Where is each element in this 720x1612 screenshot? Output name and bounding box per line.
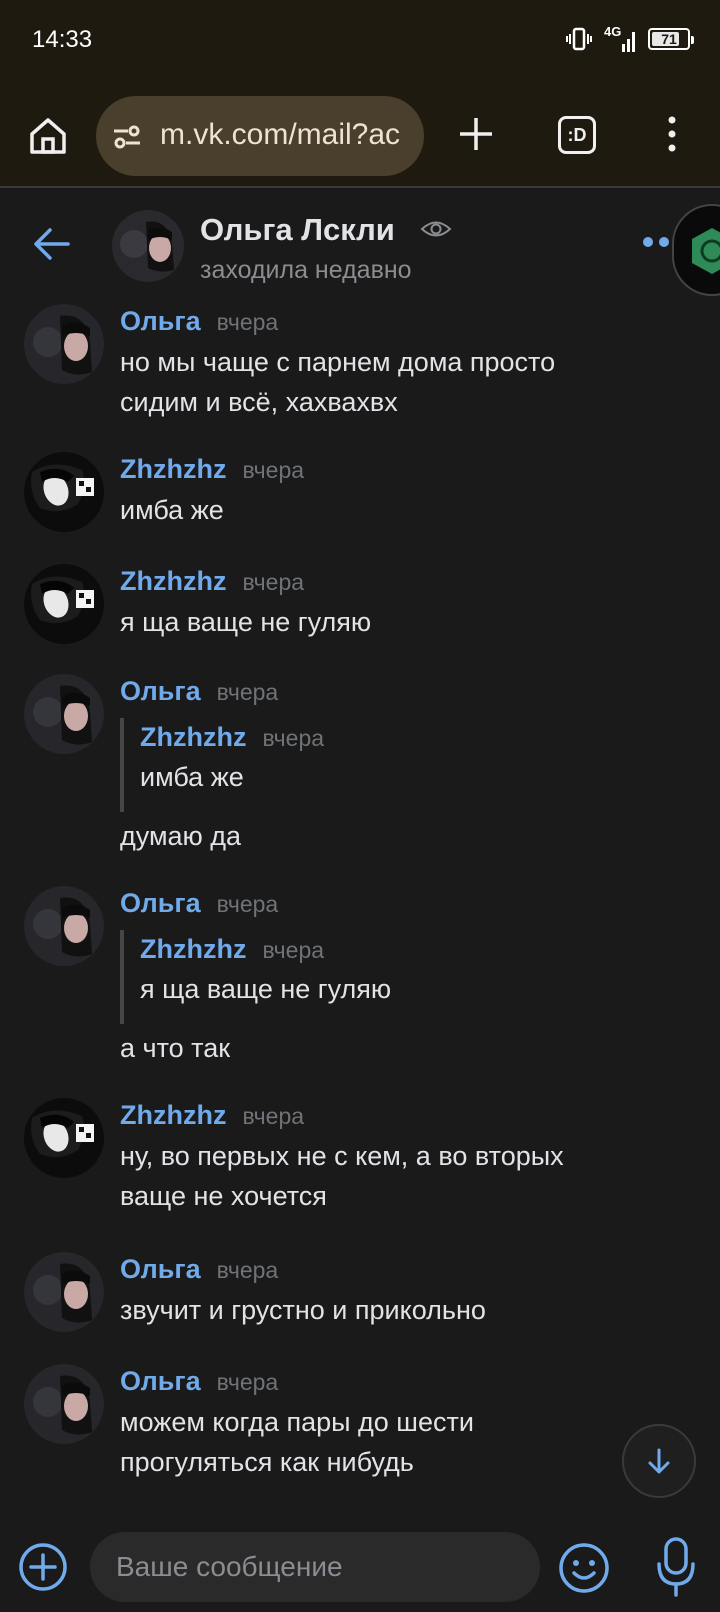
- message-line: сидим и всё, хахвахвх: [120, 387, 398, 417]
- message-line: но мы чаще с парнем дома просто: [120, 347, 556, 377]
- browser-toolbar: m.vk.com/mail?ac :D: [0, 84, 720, 188]
- new-tab-icon[interactable]: [456, 114, 496, 154]
- message-text: звучит и грустно и прикольно: [120, 1290, 640, 1330]
- message-line: можем когда пары до шести: [120, 1407, 474, 1437]
- scroll-to-bottom-button[interactable]: [622, 1424, 696, 1498]
- author-avatar[interactable]: [24, 674, 104, 754]
- site-settings-icon[interactable]: [112, 122, 142, 152]
- message-input[interactable]: [90, 1532, 540, 1602]
- emoji-icon[interactable]: [558, 1542, 610, 1594]
- author-avatar[interactable]: [24, 1364, 104, 1444]
- author-avatar[interactable]: [24, 886, 104, 966]
- message-line: думаю да: [120, 821, 242, 851]
- message-author[interactable]: Ольга вчера: [120, 306, 278, 337]
- message-time: вчера: [242, 457, 305, 483]
- browser-menu-icon[interactable]: [662, 114, 682, 154]
- status-bar: 14:33 4G 71: [0, 0, 720, 84]
- message-author[interactable]: Ольга вчера: [120, 1366, 278, 1397]
- chat-header: Ольга Лскли заходила недавно: [0, 190, 720, 298]
- quote-text: я ща ваще не гуляю: [140, 974, 392, 1004]
- message-time: вчера: [216, 1369, 279, 1395]
- author-avatar[interactable]: [24, 1252, 104, 1332]
- status-icons: 4G 71: [566, 24, 694, 52]
- message-author[interactable]: Zhzhzhz вчера: [120, 566, 304, 597]
- author-avatar[interactable]: [24, 452, 104, 532]
- quote-text: имба же: [140, 762, 244, 792]
- message-time: вчера: [242, 1103, 305, 1129]
- message-line: ваще не хочется: [120, 1181, 327, 1211]
- vibrate-icon: [566, 27, 592, 51]
- author-avatar[interactable]: [24, 304, 104, 384]
- battery-level: 71: [661, 31, 677, 47]
- message-author[interactable]: Ольга вчера: [120, 676, 278, 707]
- author-avatar[interactable]: [24, 1098, 104, 1178]
- arrow-down-icon: [648, 1448, 670, 1474]
- hexagon-app-icon: [692, 228, 720, 274]
- network-icon: 4G: [604, 24, 636, 52]
- message-time: вчера: [216, 1257, 279, 1283]
- message-author[interactable]: Zhzhzhz вчера: [120, 454, 304, 485]
- message-time: вчера: [216, 309, 279, 335]
- message-author[interactable]: Ольга вчера: [120, 888, 278, 919]
- tabs-count: :D: [567, 124, 587, 145]
- quote-time: вчера: [262, 937, 325, 963]
- message-text: я ща ваще не гуляю: [120, 602, 640, 642]
- message-composer: [0, 1520, 720, 1612]
- home-icon[interactable]: [26, 114, 70, 158]
- microphone-icon[interactable]: [656, 1536, 696, 1598]
- message-text: но мы чаще с парнем дома просто сидим и в…: [120, 342, 640, 422]
- message-time: вчера: [216, 891, 279, 917]
- author-avatar[interactable]: [24, 564, 104, 644]
- tabs-switcher-button[interactable]: :D: [558, 116, 596, 154]
- message-text: а что так: [120, 1028, 640, 1068]
- message-line: звучит и грустно и прикольно: [120, 1295, 486, 1325]
- quote-time: вчера: [262, 725, 325, 751]
- message-author[interactable]: Ольга вчера: [120, 1254, 278, 1285]
- back-arrow-icon[interactable]: [30, 224, 72, 264]
- message-text: думаю да: [120, 816, 640, 856]
- message-line: я ща ваще не гуляю: [120, 607, 372, 637]
- status-time: 14:33: [32, 26, 93, 53]
- message-line: а что так: [120, 1033, 231, 1063]
- quote-author: Zhzhzhz вчера: [140, 722, 325, 752]
- message-time: вчера: [242, 569, 305, 595]
- chat-title[interactable]: Ольга Лскли: [200, 212, 395, 248]
- message-line: прогуляться как нибудь: [120, 1447, 414, 1477]
- address-bar[interactable]: m.vk.com/mail?ac: [96, 96, 424, 176]
- message-text: можем когда пары до шести прогуляться как…: [120, 1402, 640, 1482]
- message-text: ну, во первых не с кем, а во вторых ваще …: [120, 1136, 640, 1216]
- eye-icon: [420, 221, 452, 237]
- message-time: вчера: [216, 679, 279, 705]
- add-attachment-icon[interactable]: [18, 1542, 68, 1592]
- battery-icon: 71: [648, 28, 694, 50]
- quote-author: Zhzhzhz вчера: [140, 934, 325, 964]
- chat-avatar[interactable]: [112, 210, 184, 282]
- message-text: имба же: [120, 490, 640, 530]
- message-line: ну, во первых не с кем, а во вторых: [120, 1141, 564, 1171]
- message-list[interactable]: Ольга вчера но мы чаще с парнем дома прост…: [0, 298, 720, 1520]
- reply-quote[interactable]: Zhzhzhz вчера имба же: [120, 718, 620, 812]
- reply-quote[interactable]: Zhzhzhz вчера я ща ваще не гуляю: [120, 930, 620, 1024]
- message-line: имба же: [120, 495, 224, 525]
- floating-app-bubble[interactable]: [672, 204, 720, 296]
- url-text[interactable]: m.vk.com/mail?ac: [160, 118, 408, 152]
- message-author[interactable]: Zhzhzhz вчера: [120, 1100, 304, 1131]
- online-status: заходила недавно: [200, 256, 412, 284]
